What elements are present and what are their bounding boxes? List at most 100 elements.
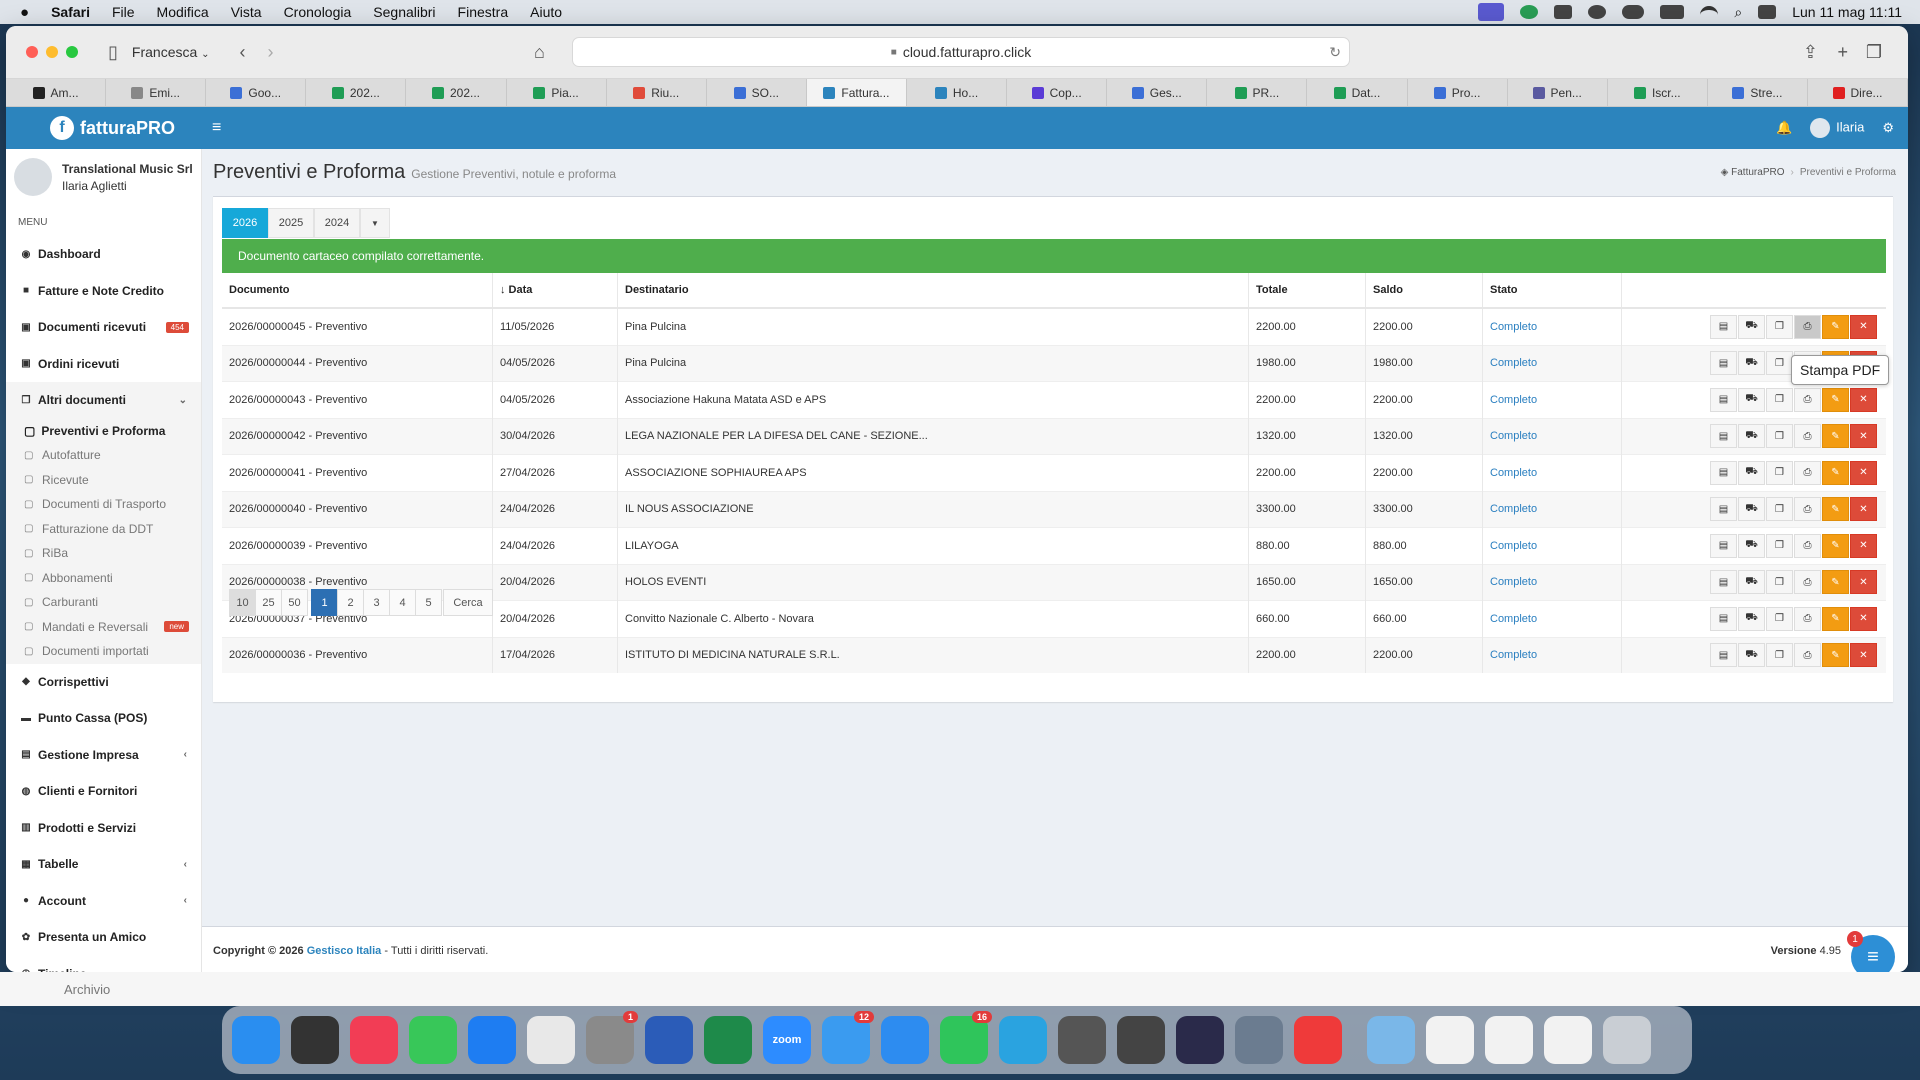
view-button[interactable]: ▤ <box>1710 351 1737 376</box>
cart-button[interactable]: ⛟ <box>1738 606 1765 631</box>
delete-button[interactable]: ✕ <box>1850 314 1877 339</box>
edit-button[interactable]: ✎ <box>1822 570 1849 595</box>
browser-tab[interactable]: Emi... <box>106 79 207 106</box>
dock-folder-icon[interactable] <box>1367 1016 1415 1064</box>
cell-stato[interactable]: Completo <box>1482 307 1622 345</box>
dock-excel-icon[interactable] <box>704 1016 752 1064</box>
browser-tab[interactable]: Ges... <box>1107 79 1208 106</box>
sidebar-item-preventivi-e-proforma[interactable]: ▢ Preventivi e Proforma <box>6 418 201 443</box>
sidebar-item-abbonamenti[interactable]: ▢ Abbonamenti <box>6 565 201 590</box>
menu-vista[interactable]: Vista <box>231 4 262 20</box>
dock-finder-icon[interactable] <box>232 1016 280 1064</box>
activity-status-icon[interactable] <box>1622 5 1645 19</box>
browser-tab[interactable]: Riu... <box>607 79 707 106</box>
dock-music-icon[interactable] <box>350 1016 398 1064</box>
delete-button[interactable]: ✕ <box>1850 570 1877 595</box>
sidebar-item-tabelle[interactable]: ▦ Tabelle ‹ <box>6 846 201 883</box>
edit-button[interactable]: ✎ <box>1822 460 1849 485</box>
app-logo[interactable]: f fatturaPRO <box>50 116 175 140</box>
duplicate-button[interactable]: ❐ <box>1766 424 1793 449</box>
sidebar-toggle-icon[interactable]: ▯ <box>108 42 118 63</box>
dock-launchpad-icon[interactable] <box>291 1016 339 1064</box>
page-size-50[interactable]: 50 <box>281 589 308 616</box>
duplicate-button[interactable]: ❐ <box>1766 351 1793 376</box>
dock-zoom-icon[interactable]: zoom <box>763 1016 811 1064</box>
delete-button[interactable]: ✕ <box>1850 387 1877 412</box>
browser-tab[interactable]: Stre... <box>1708 79 1808 106</box>
duplicate-button[interactable]: ❐ <box>1766 606 1793 631</box>
back-button[interactable]: ‹ <box>240 42 246 63</box>
browser-tab[interactable]: Fattura... <box>806 79 907 106</box>
table-row[interactable]: 2026/00000036 - Preventivo 17/04/2026 ISTI… <box>222 636 1886 673</box>
table-row[interactable]: 2026/00000045 - Preventivo 11/05/2026 Pina… <box>222 307 1886 345</box>
dock-anydesk-icon[interactable] <box>1294 1016 1342 1064</box>
dock-printer-icon[interactable] <box>1058 1016 1106 1064</box>
tab-year-2024[interactable]: 2024 <box>314 208 360 238</box>
browser-tab[interactable]: Goo... <box>206 79 307 106</box>
browser-tab[interactable]: PR... <box>1207 79 1308 106</box>
zoom-window-button[interactable] <box>66 46 78 58</box>
edit-button[interactable]: ✎ <box>1822 606 1849 631</box>
menu-safari[interactable]: Safari <box>51 4 90 20</box>
dock-word-icon[interactable] <box>645 1016 693 1064</box>
view-button[interactable]: ▤ <box>1710 314 1737 339</box>
tab-overview-icon[interactable]: ❐ <box>1866 42 1882 63</box>
menu-modifica[interactable]: Modifica <box>157 4 209 20</box>
delete-button[interactable]: ✕ <box>1850 497 1877 522</box>
menubar-clock[interactable]: Lun 11 mag 11:11 <box>1792 4 1902 20</box>
cart-button[interactable]: ⛟ <box>1738 387 1765 412</box>
print-pdf-button[interactable]: ⎙ <box>1794 497 1821 522</box>
browser-tab[interactable]: Pia... <box>507 79 607 106</box>
sidebar-item-autofatture[interactable]: ▢ Autofatture <box>6 443 201 468</box>
control-center-icon[interactable] <box>1758 5 1777 19</box>
menu-segnalibri[interactable]: Segnalibri <box>373 4 435 20</box>
menu-finestra[interactable]: Finestra <box>458 4 509 20</box>
cart-button[interactable]: ⛟ <box>1738 497 1765 522</box>
apple-icon[interactable]: ● <box>20 4 29 21</box>
cell-stato[interactable]: Completo <box>1482 381 1622 418</box>
browser-tab[interactable]: Dire... <box>1808 79 1908 106</box>
sidebar-item-prodotti-e-servizi[interactable]: ▥ Prodotti e Servizi <box>6 810 201 847</box>
browser-tab[interactable]: Am... <box>6 79 107 106</box>
table-row[interactable]: 2026/00000041 - Preventivo 27/04/2026 ASSO… <box>222 454 1886 491</box>
screen-share-icon[interactable] <box>1478 3 1505 21</box>
cell-stato[interactable]: Completo <box>1482 527 1622 564</box>
print-pdf-button[interactable]: ⎙ <box>1794 643 1821 668</box>
year-dropdown-button[interactable]: ▼ <box>360 208 390 238</box>
sidebar-item-documenti-importati[interactable]: ▢ Documenti importati <box>6 639 201 664</box>
cart-button[interactable]: ⛟ <box>1738 570 1765 595</box>
col-data[interactable]: ↓ Data <box>492 273 618 309</box>
print-pdf-button[interactable]: ⎙ <box>1794 606 1821 631</box>
edit-button[interactable]: ✎ <box>1822 387 1849 412</box>
dock-messages-icon[interactable] <box>409 1016 457 1064</box>
cart-button[interactable]: ⛟ <box>1738 643 1765 668</box>
browser-tab[interactable]: 202... <box>406 79 507 106</box>
tab-year-2026[interactable]: 2026 <box>222 208 268 238</box>
menu-file[interactable]: File <box>112 4 135 20</box>
view-button[interactable]: ▤ <box>1710 460 1737 485</box>
sidebar-item-fatture-e-note-credito[interactable]: ■ Fatture e Note Credito <box>6 273 201 310</box>
menu-aiuto[interactable]: Aiuto <box>530 4 562 20</box>
table-row[interactable]: 2026/00000044 - Preventivo 04/05/2026 Pina… <box>222 344 1886 382</box>
browser-tab[interactable]: Pro... <box>1408 79 1508 106</box>
edit-button[interactable]: ✎ <box>1822 424 1849 449</box>
browser-tab[interactable]: Ho... <box>907 79 1008 106</box>
cart-button[interactable]: ⛟ <box>1738 314 1765 339</box>
profile-selector[interactable]: Francesca ⌄ <box>132 44 210 60</box>
cart-button[interactable]: ⛟ <box>1738 351 1765 376</box>
search-button[interactable]: Cerca <box>443 589 493 616</box>
browser-tab[interactable]: Cop... <box>1007 79 1108 106</box>
google-status-icon[interactable] <box>1588 5 1607 19</box>
cell-stato[interactable]: Completo <box>1482 454 1622 491</box>
print-pdf-button[interactable]: ⎙ <box>1794 533 1821 558</box>
bell-icon[interactable]: 🔔 <box>1776 120 1792 136</box>
dock-whatsapp-icon[interactable]: 16 <box>940 1011 992 1064</box>
view-button[interactable]: ▤ <box>1710 606 1737 631</box>
sidebar-item-documenti-ricevuti[interactable]: ▣ Documenti ricevuti 454 <box>6 309 201 346</box>
close-window-button[interactable] <box>26 46 38 58</box>
sidebar-item-riba[interactable]: ▢ RiBa <box>6 541 201 566</box>
dock-chrome-icon[interactable] <box>527 1016 575 1064</box>
dock-window1-icon[interactable] <box>1426 1016 1474 1064</box>
reload-icon[interactable]: ↻ <box>1329 44 1341 61</box>
spotlight-icon[interactable]: ⌕ <box>1734 4 1742 21</box>
